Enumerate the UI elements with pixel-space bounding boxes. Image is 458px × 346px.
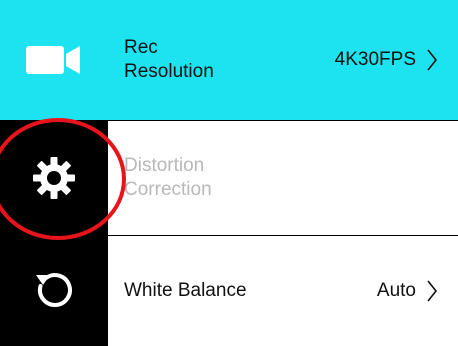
chevron-right-icon bbox=[427, 280, 438, 302]
menu-item-content: Distortion Correction bbox=[108, 121, 458, 235]
menu-icon-cell bbox=[0, 236, 108, 346]
label-line-1: Rec bbox=[124, 37, 158, 58]
label-line-2: Correction bbox=[124, 179, 212, 200]
settings-menu-screen: Rec Resolution 4K30FPS Distortion Correc… bbox=[0, 0, 458, 346]
label-line-1: White Balance bbox=[124, 280, 247, 301]
menu-item-content: Rec Resolution 4K30FPS bbox=[108, 0, 458, 120]
menu-icon-cell bbox=[0, 121, 108, 235]
video-camera-icon bbox=[26, 46, 80, 74]
label-line-1: Distortion bbox=[124, 155, 205, 176]
menu-item-content: White Balance Auto bbox=[108, 236, 458, 346]
gear-icon bbox=[33, 157, 75, 199]
menu-item-value-group: 4K30FPS bbox=[335, 48, 438, 72]
menu-item-white-balance[interactable]: White Balance Auto bbox=[0, 236, 458, 346]
menu-icon-cell bbox=[0, 0, 108, 120]
menu-item-label: Distortion Correction bbox=[124, 154, 212, 202]
menu-item-distortion-correction[interactable]: Distortion Correction bbox=[0, 121, 458, 235]
menu-item-rec-resolution[interactable]: Rec Resolution 4K30FPS bbox=[0, 0, 458, 120]
label-line-2: Resolution bbox=[124, 61, 214, 82]
white-balance-value: Auto bbox=[376, 280, 416, 301]
menu-item-label: Rec Resolution bbox=[124, 36, 214, 84]
reset-icon bbox=[36, 273, 72, 308]
chevron-right-icon bbox=[427, 49, 438, 71]
menu-item-label: White Balance bbox=[124, 279, 247, 303]
rec-resolution-value: 4K30FPS bbox=[334, 49, 416, 70]
menu-item-value-group: Auto bbox=[377, 279, 438, 303]
